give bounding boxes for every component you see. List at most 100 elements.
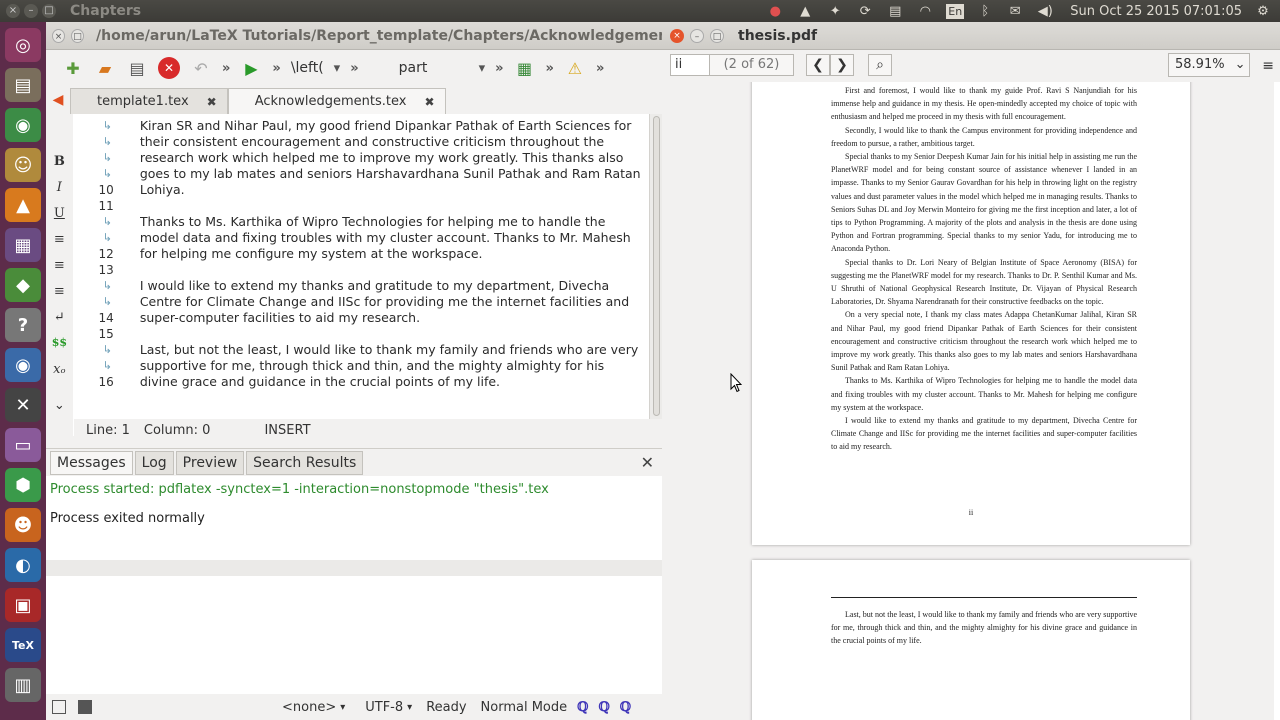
open-folder-icon[interactable]: ▰ bbox=[94, 57, 116, 79]
thunderbird-icon[interactable]: ◐ bbox=[5, 548, 41, 582]
minimize-icon[interactable]: – bbox=[690, 28, 704, 43]
bold-icon[interactable]: B bbox=[51, 154, 67, 172]
align-right-icon[interactable]: ≡ bbox=[51, 284, 67, 302]
more-tools-icon[interactable]: ⌄ bbox=[51, 398, 67, 416]
tab-preview[interactable]: Preview bbox=[175, 450, 245, 475]
save-icon[interactable]: ▤ bbox=[126, 57, 148, 79]
chevron-down-icon[interactable]: ▾ bbox=[340, 702, 345, 713]
xournal-icon[interactable]: ✕ bbox=[5, 388, 41, 422]
close-icon[interactable]: × bbox=[670, 28, 684, 43]
tab-acknowledgements[interactable]: Acknowledgements.tex ✖ bbox=[227, 88, 446, 114]
chrome-icon[interactable]: ◉ bbox=[5, 108, 41, 142]
box-app-icon[interactable]: ⬢ bbox=[5, 468, 41, 502]
toolbar-overflow-icon[interactable]: » bbox=[222, 61, 230, 76]
power-gear-icon[interactable]: ⚙ bbox=[1254, 3, 1272, 19]
structure-panel-icon[interactable] bbox=[52, 700, 66, 714]
line-number: 12 bbox=[98, 247, 114, 261]
chevron-down-icon[interactable]: ▾ bbox=[407, 702, 412, 713]
sync-icon[interactable]: ⟳ bbox=[856, 3, 874, 19]
keyboard-layout-indicator[interactable]: En bbox=[946, 3, 965, 19]
dictionary-select[interactable]: <none> bbox=[282, 700, 336, 715]
scrollbar-thumb[interactable] bbox=[652, 116, 660, 416]
bluetooth-icon[interactable]: ᛒ bbox=[976, 3, 994, 19]
align-left-icon[interactable]: ≡ bbox=[51, 232, 67, 250]
minimize-icon[interactable]: – bbox=[24, 4, 38, 18]
left-bracket-command[interactable]: \left( bbox=[291, 60, 324, 76]
clock[interactable]: Sun Oct 25 2015 07:01:05 bbox=[1070, 4, 1242, 19]
toolbar-overflow-icon[interactable]: » bbox=[495, 61, 503, 76]
dash-icon[interactable]: ◎ bbox=[5, 28, 41, 62]
tab-log[interactable]: Log bbox=[134, 450, 174, 475]
encoding-select[interactable]: UTF-8 bbox=[365, 700, 403, 715]
tab-messages[interactable]: Messages bbox=[50, 450, 133, 475]
terminal-icon[interactable]: ▣ bbox=[5, 588, 41, 622]
math-mode-icon[interactable]: $$ bbox=[51, 336, 67, 354]
menu-icon[interactable]: ≡ bbox=[1262, 58, 1274, 74]
toolbar-overflow-icon[interactable]: » bbox=[596, 61, 604, 76]
firefox-icon[interactable]: ☻ bbox=[5, 508, 41, 542]
settings-icon[interactable]: ◉ bbox=[5, 348, 41, 382]
pdf-title: thesis.pdf bbox=[738, 27, 818, 44]
code-line: Thanks to Ms. Karthika of Wipro Technolo… bbox=[139, 214, 606, 229]
structure-select[interactable]: part bbox=[399, 60, 469, 76]
code-editor[interactable]: Kiran SR and Nihar Paul, my good friend … bbox=[131, 114, 649, 436]
drive-icon[interactable]: ▲ bbox=[796, 3, 814, 19]
maximize-icon[interactable]: □ bbox=[71, 28, 84, 43]
texstudio-icon[interactable]: TeX bbox=[5, 628, 41, 662]
search-button[interactable]: ⌕ bbox=[868, 54, 892, 76]
close-file-icon[interactable]: ✕ bbox=[158, 57, 180, 79]
table-icon[interactable]: ▦ bbox=[514, 57, 536, 79]
toolbar-overflow-icon[interactable]: » bbox=[272, 61, 280, 76]
undo-icon[interactable]: ↶ bbox=[190, 57, 212, 79]
files-icon[interactable]: ▤ bbox=[5, 68, 41, 102]
editor-scrollbar[interactable] bbox=[648, 114, 662, 436]
clipboard-icon[interactable]: ▤ bbox=[886, 3, 904, 19]
tab-search-results[interactable]: Search Results bbox=[246, 450, 364, 475]
pdf-document-view[interactable]: First and foremost, I would like to than… bbox=[662, 82, 1280, 720]
vlc-icon[interactable]: ▲ bbox=[5, 188, 41, 222]
subscript-icon[interactable]: xₒ bbox=[51, 362, 67, 380]
printer-icon[interactable]: ▥ bbox=[5, 668, 41, 702]
maximize-icon[interactable]: □ bbox=[42, 4, 56, 18]
bottom-status-bar: <none> ▾ UTF-8 ▾ Ready Normal Mode ℚ ℚ ℚ bbox=[46, 694, 662, 720]
zoom-select[interactable]: 58.91% ⌄ bbox=[1168, 53, 1250, 77]
maximize-icon[interactable]: □ bbox=[710, 28, 724, 43]
new-file-icon[interactable]: ✚ bbox=[62, 57, 84, 79]
volume-icon[interactable]: ◀) bbox=[1036, 3, 1054, 19]
gimp-icon[interactable]: ☺ bbox=[5, 148, 41, 182]
warning-icon[interactable]: ⚠ bbox=[564, 57, 586, 79]
page-number-input[interactable]: ii bbox=[670, 54, 710, 76]
prev-page-button[interactable]: ❮ bbox=[806, 54, 830, 76]
align-center-icon[interactable]: ≡ bbox=[51, 258, 67, 276]
underline-icon[interactable]: U bbox=[51, 206, 67, 224]
messages-scrollbar[interactable] bbox=[46, 560, 662, 576]
compile-status-icon[interactable]: ℚ bbox=[577, 700, 588, 715]
chevron-down-icon[interactable]: ▾ bbox=[334, 61, 341, 76]
pdf-paragraph: Special thanks to Dr. Lori Neary of Belg… bbox=[831, 257, 1137, 307]
workspace-icon[interactable]: ▭ bbox=[5, 428, 41, 462]
close-panel-icon[interactable]: ✕ bbox=[641, 453, 654, 472]
wifi-icon[interactable]: ◠ bbox=[916, 3, 934, 19]
help-icon[interactable]: ? bbox=[5, 308, 41, 342]
compile-status-icon[interactable]: ℚ bbox=[620, 700, 631, 715]
mail-icon[interactable]: ✉ bbox=[1006, 3, 1024, 19]
tab-template1[interactable]: template1.tex ✖ bbox=[70, 88, 228, 114]
media-icon[interactable]: ▦ bbox=[5, 228, 41, 262]
cube-app-icon[interactable]: ◆ bbox=[5, 268, 41, 302]
close-tab-icon[interactable]: ✖ bbox=[424, 95, 434, 109]
compile-status-icon[interactable]: ℚ bbox=[598, 700, 609, 715]
next-page-button[interactable]: ❯ bbox=[830, 54, 854, 76]
record-icon[interactable]: ● bbox=[766, 3, 784, 19]
toolbar-overflow-icon[interactable]: » bbox=[546, 61, 554, 76]
close-tab-icon[interactable]: ✖ bbox=[207, 95, 217, 109]
close-icon[interactable]: × bbox=[6, 4, 20, 18]
toolbar-overflow-icon[interactable]: » bbox=[350, 61, 358, 76]
dropbox-icon[interactable]: ✦ bbox=[826, 3, 844, 19]
build-run-icon[interactable]: ▶ bbox=[240, 57, 262, 79]
tab-prev-icon[interactable]: ◀ bbox=[46, 86, 70, 114]
chevron-down-icon[interactable]: ▾ bbox=[479, 61, 486, 76]
message-panel-icon[interactable] bbox=[78, 700, 92, 714]
newline-icon[interactable]: ↵ bbox=[51, 310, 67, 328]
italic-icon[interactable]: I bbox=[51, 180, 67, 198]
close-icon[interactable]: × bbox=[52, 28, 65, 43]
